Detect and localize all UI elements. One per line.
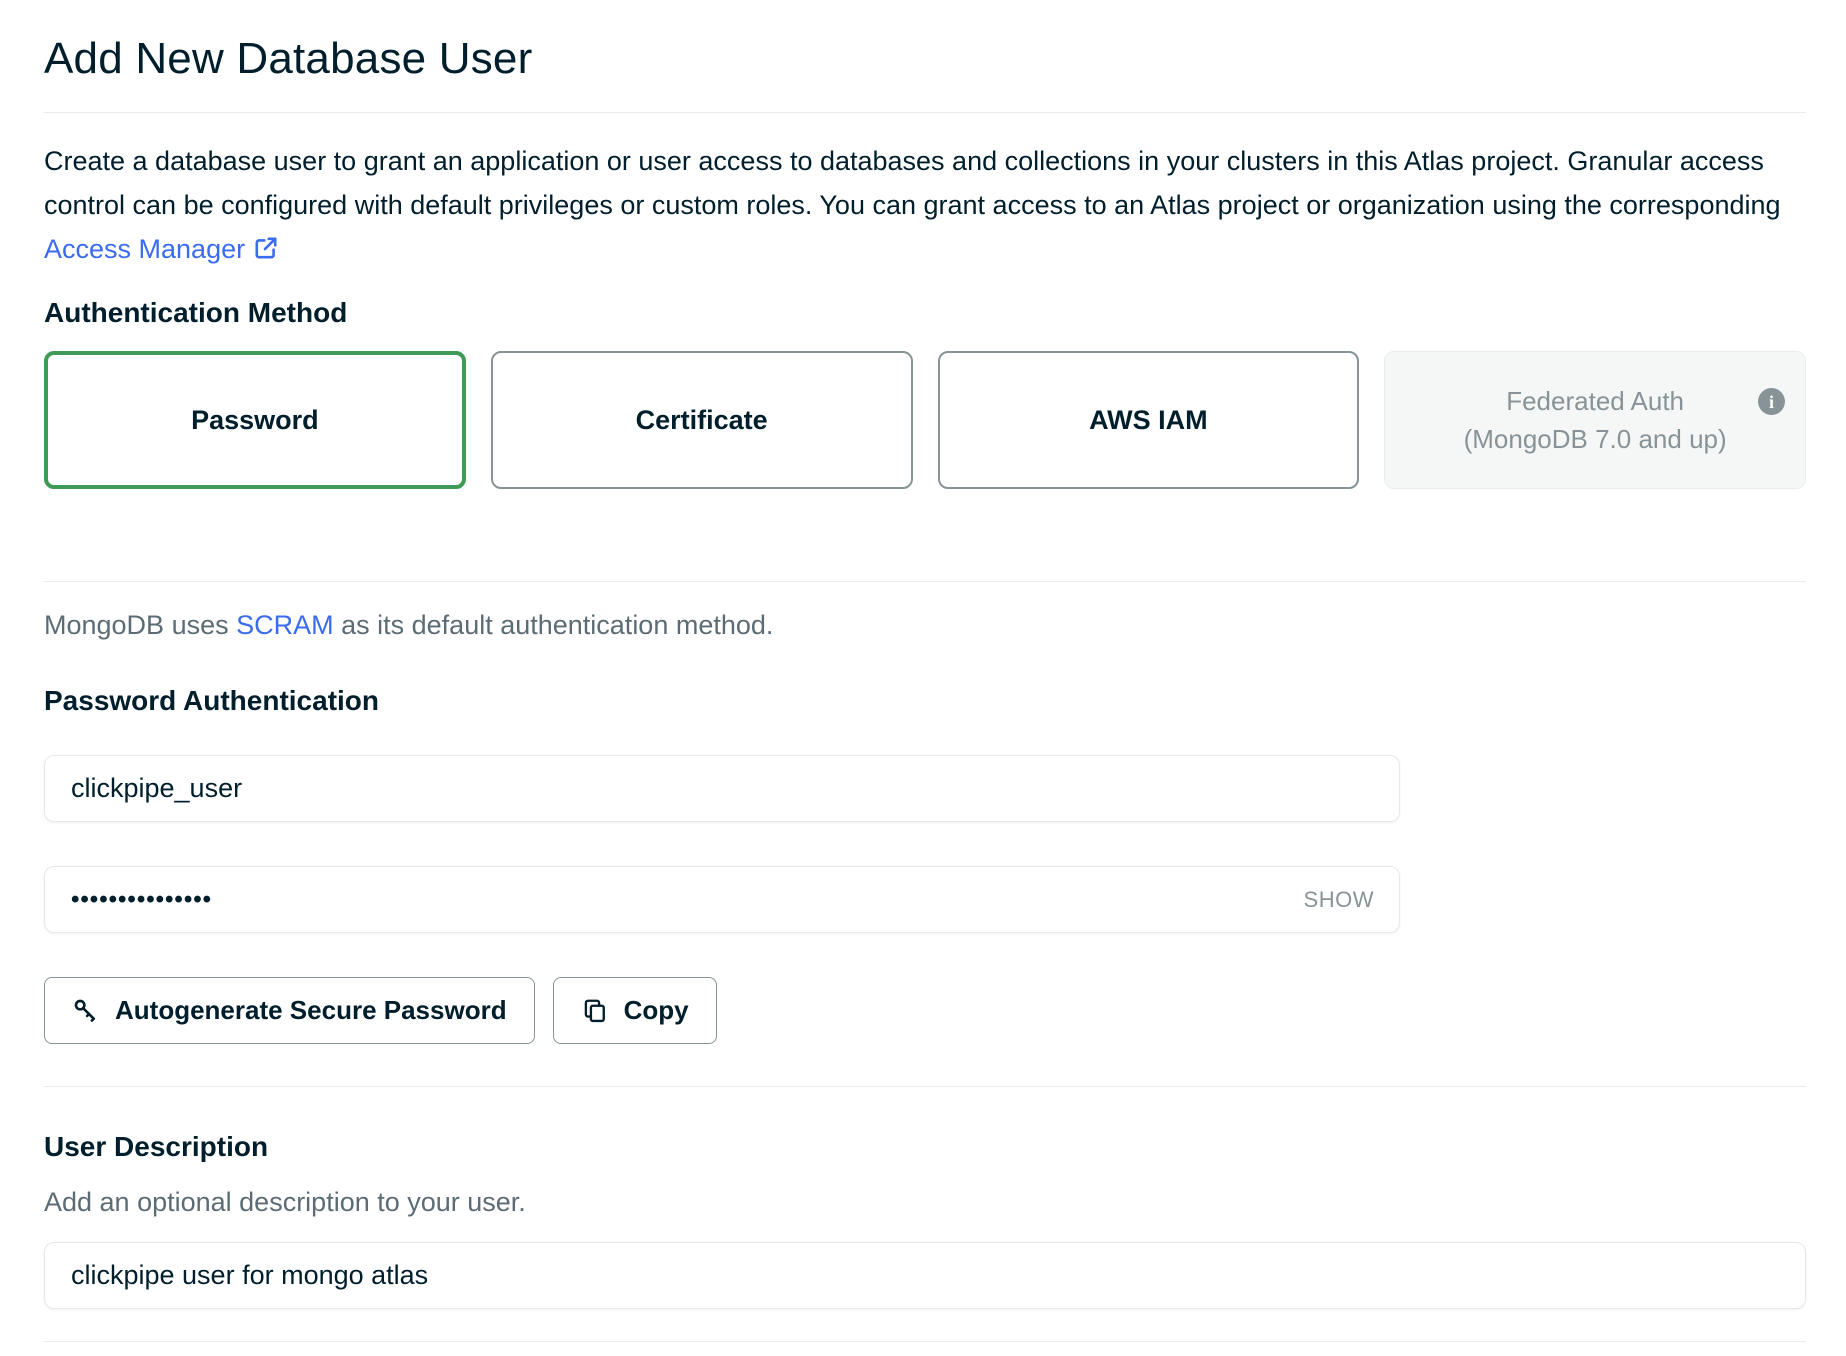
password-row: SHOW	[44, 866, 1400, 933]
password-buttons: Autogenerate Secure Password Copy	[44, 977, 1806, 1044]
auth-card-aws-iam[interactable]: AWS IAM	[938, 351, 1360, 489]
password-input[interactable]	[44, 866, 1400, 933]
auth-method-label: Authentication Method	[44, 297, 1806, 329]
add-database-user-page: Add New Database User Create a database …	[0, 0, 1846, 1342]
description-row	[44, 1242, 1806, 1309]
page-title: Add New Database User	[44, 34, 1806, 84]
intro-text: Create a database user to grant an appli…	[44, 146, 1781, 220]
bottom-divider	[44, 1341, 1806, 1342]
user-description-heading: User Description	[44, 1131, 1806, 1163]
section-divider	[44, 581, 1806, 582]
copy-password-button[interactable]: Copy	[553, 977, 717, 1044]
username-row	[44, 755, 1400, 822]
autogenerate-password-button[interactable]: Autogenerate Secure Password	[44, 977, 535, 1044]
copy-icon	[581, 997, 609, 1025]
auth-card-federated-auth: Federated Auth (MongoDB 7.0 and up) i	[1384, 351, 1806, 489]
auth-card-certificate[interactable]: Certificate	[491, 351, 913, 489]
external-link-icon	[253, 235, 279, 261]
info-icon[interactable]: i	[1758, 388, 1785, 415]
key-icon	[72, 997, 100, 1025]
auth-method-cards: Password Certificate AWS IAM Federated A…	[44, 351, 1806, 489]
auth-card-password[interactable]: Password	[44, 351, 466, 489]
show-password-toggle[interactable]: SHOW	[1304, 887, 1374, 913]
scram-link[interactable]: SCRAM	[236, 610, 334, 640]
password-auth-heading: Password Authentication	[44, 685, 1806, 717]
access-manager-link[interactable]: Access Manager	[44, 234, 279, 264]
user-description-input[interactable]	[44, 1242, 1806, 1309]
user-description-hint: Add an optional description to your user…	[44, 1187, 1806, 1218]
scram-note: MongoDB uses SCRAM as its default authen…	[44, 610, 1806, 641]
intro-paragraph: Create a database user to grant an appli…	[44, 139, 1806, 271]
password-section-divider	[44, 1086, 1806, 1087]
title-divider	[44, 112, 1806, 113]
username-input[interactable]	[44, 755, 1400, 822]
